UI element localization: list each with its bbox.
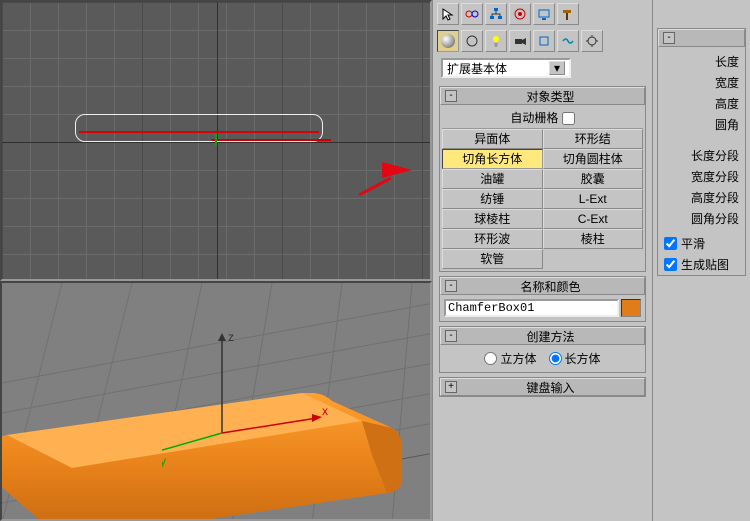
cameras-tab-icon[interactable] (509, 30, 531, 52)
param-fillet: 圆角 (664, 114, 739, 135)
gizmo-x-axis[interactable] (211, 139, 331, 141)
object-type-button[interactable]: 球棱柱 (442, 209, 543, 229)
rollout-title: 键盘输入 (461, 379, 640, 396)
display-icon[interactable] (533, 3, 555, 25)
minus-icon: - (445, 90, 457, 102)
auto-grid-checkbox[interactable] (562, 112, 575, 125)
rollout-title: 对象类型 (461, 88, 640, 105)
rollout-header[interactable]: - (658, 29, 745, 47)
wireframe-inner (79, 131, 319, 133)
genmap-label: 生成贴图 (681, 256, 729, 273)
svg-text:z: z (228, 333, 234, 344)
object-type-button[interactable]: 软管 (442, 249, 543, 269)
param-length: 长度 (664, 51, 739, 72)
svg-text:y: y (162, 454, 166, 468)
name-color-rollout: - 名称和颜色 (439, 276, 646, 322)
pointer-icon[interactable] (437, 3, 459, 25)
gizmo-3d[interactable]: x y z (162, 333, 362, 513)
link-icon[interactable] (461, 3, 483, 25)
minus-icon: - (663, 32, 675, 44)
object-type-button[interactable]: 胶囊 (543, 169, 644, 189)
rollout-header[interactable]: - 名称和颜色 (440, 277, 645, 295)
keyboard-entry-rollout: + 键盘输入 (439, 377, 646, 397)
param-lenseg: 长度分段 (664, 145, 739, 166)
object-name-input[interactable] (444, 299, 619, 317)
rollout-header[interactable]: + 键盘输入 (440, 378, 645, 396)
wireframe-object[interactable] (75, 114, 323, 142)
object-type-button[interactable]: 环形结 (543, 129, 644, 149)
object-type-button[interactable]: 纺锤 (442, 189, 543, 209)
box-radio[interactable] (549, 352, 562, 365)
viewport-area: x y z (0, 0, 432, 521)
cube-radio[interactable] (484, 352, 497, 365)
lights-tab-icon[interactable] (485, 30, 507, 52)
svg-text:x: x (322, 404, 328, 418)
dropdown-label: 扩展基本体 (447, 60, 507, 77)
smooth-checkbox[interactable] (664, 237, 677, 250)
cube-radio-label[interactable]: 立方体 (484, 350, 536, 367)
creation-method-rollout: - 创建方法 立方体 长方体 (439, 326, 646, 373)
object-type-button[interactable]: 切角圆柱体 (543, 149, 644, 169)
sub-tab-row (433, 28, 652, 54)
motion-icon[interactable] (509, 3, 531, 25)
chevron-down-icon: ▾ (549, 61, 565, 75)
object-type-grid: 异面体环形结切角长方体切角圆柱体油罐胶囊纺锤L-Ext球棱柱C-Ext环形波棱柱… (442, 128, 643, 269)
object-type-button[interactable]: 切角长方体 (442, 149, 543, 169)
box-radio-label[interactable]: 长方体 (549, 350, 601, 367)
rollout-header[interactable]: - 创建方法 (440, 327, 645, 345)
parameters-rollout: - 长度 宽度 高度 圆角 长度分段 宽度分段 高度分段 圆角分段 平滑 生成贴… (657, 28, 746, 276)
object-type-button[interactable]: 异面体 (442, 129, 543, 149)
perspective-viewport[interactable]: x y z (0, 281, 432, 521)
hammer-icon[interactable] (557, 3, 579, 25)
parameters-panel: - 长度 宽度 高度 圆角 长度分段 宽度分段 高度分段 圆角分段 平滑 生成贴… (652, 0, 750, 521)
object-type-button[interactable]: 油罐 (442, 169, 543, 189)
object-type-button[interactable]: 棱柱 (543, 229, 644, 249)
helpers-tab-icon[interactable] (533, 30, 555, 52)
smooth-label: 平滑 (681, 235, 705, 252)
hierarchy-icon[interactable] (485, 3, 507, 25)
rollout-title: 创建方法 (461, 328, 640, 345)
rollout-header[interactable]: - 对象类型 (440, 87, 645, 105)
annotation-arrow (382, 162, 412, 178)
param-heiseg: 高度分段 (664, 187, 739, 208)
object-type-rollout: - 对象类型 自动栅格 异面体环形结切角长方体切角圆柱体油罐胶囊纺锤L-Ext球… (439, 86, 646, 272)
param-list: 长度 宽度 高度 圆角 长度分段 宽度分段 高度分段 圆角分段 (658, 47, 745, 233)
minus-icon: - (445, 330, 457, 342)
minus-icon: - (445, 280, 457, 292)
shapes-tab-icon[interactable] (461, 30, 483, 52)
param-width: 宽度 (664, 72, 739, 93)
color-swatch[interactable] (621, 299, 641, 317)
param-widseg: 宽度分段 (664, 166, 739, 187)
space-warps-tab-icon[interactable] (557, 30, 579, 52)
auto-grid-row: 自动栅格 (442, 107, 643, 128)
rollout-title: 名称和颜色 (461, 278, 640, 295)
param-filseg: 圆角分段 (664, 208, 739, 229)
plus-icon: + (445, 381, 457, 393)
object-type-button[interactable]: L-Ext (543, 189, 644, 209)
top-viewport[interactable] (0, 0, 432, 281)
command-panel: 扩展基本体 ▾ - 对象类型 自动栅格 异面体环形结切角长方体切角圆柱体油罐胶囊… (432, 0, 652, 521)
main-tab-row (433, 0, 652, 28)
systems-tab-icon[interactable] (581, 30, 603, 52)
genmap-checkbox[interactable] (664, 258, 677, 271)
object-type-button[interactable]: C-Ext (543, 209, 644, 229)
param-height: 高度 (664, 93, 739, 114)
category-dropdown[interactable]: 扩展基本体 ▾ (441, 58, 571, 78)
gizmo-y-axis[interactable] (215, 134, 217, 146)
sphere-icon (441, 34, 455, 48)
geometry-tab-icon[interactable] (437, 30, 459, 52)
auto-grid-label: 自动栅格 (510, 111, 558, 125)
object-type-button[interactable]: 环形波 (442, 229, 543, 249)
